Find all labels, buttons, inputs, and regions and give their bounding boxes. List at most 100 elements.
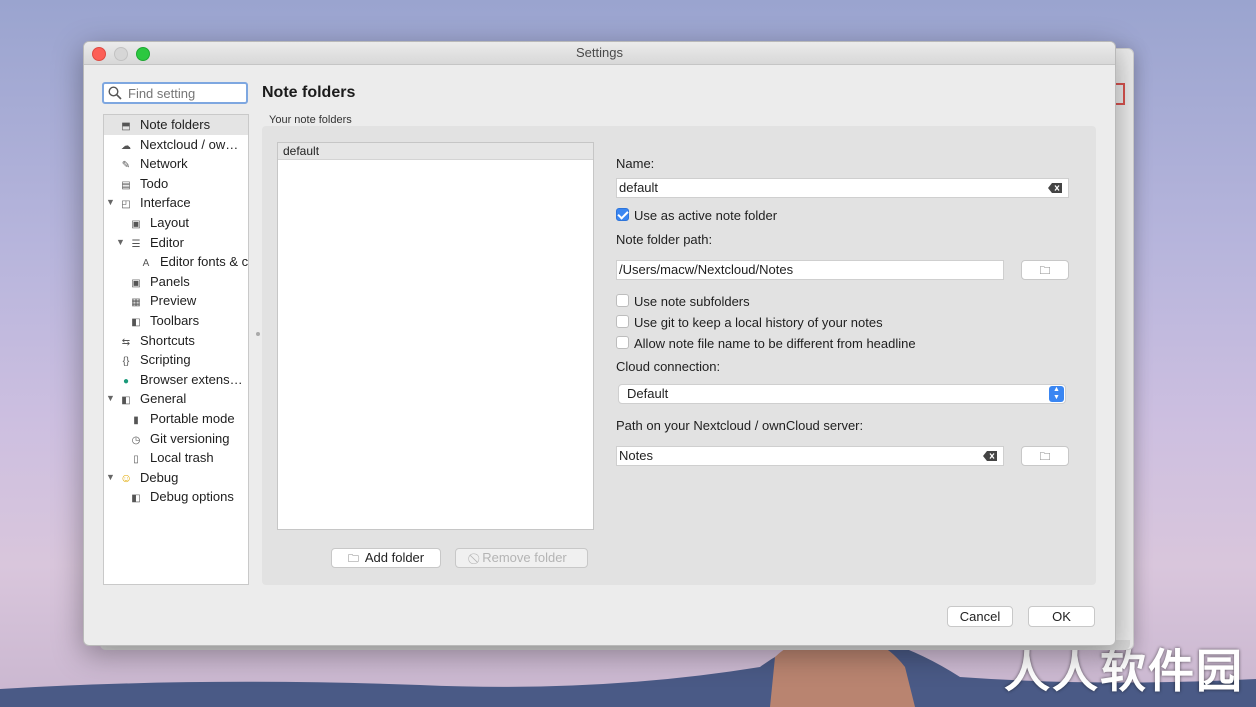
cloud-connection-label: Cloud connection: [616, 359, 721, 374]
sidebar-item[interactable]: ▦ Preview [104, 291, 248, 311]
font-icon: A [142, 258, 150, 270]
sidebar-item[interactable]: ▣ Layout [104, 213, 248, 233]
sidebar-item-label: Toolbars [150, 312, 200, 328]
path-field[interactable]: /Users/macw/Nextcloud/Notes [616, 260, 1004, 280]
clear-name-icon[interactable] [1048, 183, 1062, 193]
editor-icon: ☰ [131, 238, 141, 250]
sidebar-item[interactable]: ☁ Nextcloud / ownCloud [104, 135, 248, 155]
sidebar-item-label: Debug [140, 469, 179, 485]
scripting-icon: {} [122, 356, 130, 368]
expand-arrow-icon[interactable]: ▼ [106, 468, 115, 488]
remove-folder-button[interactable]: ⃠Remove folder [455, 548, 588, 568]
browse-server-path-button[interactable]: 🗀 [1021, 446, 1069, 466]
close-window-button[interactable] [92, 47, 106, 61]
sidebar-item-label: Editor [150, 234, 184, 250]
minimize-window-button[interactable] [114, 47, 128, 61]
filename-headline-label: Allow note file name to be different fro… [634, 336, 916, 351]
cloud-icon: ☁ [121, 140, 131, 152]
sidebar-item[interactable]: ◧ Toolbars [104, 311, 248, 331]
git-history-checkbox[interactable] [616, 315, 629, 328]
expand-arrow-icon[interactable]: ▼ [116, 233, 125, 253]
list-item[interactable]: default [278, 143, 593, 160]
add-folder-label: Add folder [364, 550, 425, 565]
sidebar-item[interactable]: A Editor fonts & colors [104, 252, 248, 272]
server-path-value: Notes [619, 448, 653, 463]
search-input[interactable] [126, 84, 240, 102]
search-box[interactable] [102, 82, 248, 104]
git-history-label: Use git to keep a local history of your … [634, 315, 883, 330]
sidebar-item[interactable]: {} Scripting [104, 350, 248, 370]
sidebar-item[interactable]: ▤ Todo [104, 174, 248, 194]
subfolders-label: Use note subfolders [634, 294, 750, 309]
ok-button[interactable]: OK [1028, 606, 1095, 627]
expand-arrow-icon[interactable]: ▼ [106, 193, 115, 213]
sidebar-item-label: General [140, 391, 187, 407]
sidebar-item-label: Git versioning [150, 430, 230, 446]
splitter-handle[interactable] [256, 332, 260, 336]
remove-folder-label: Remove folder [482, 550, 567, 565]
cloud-connection-select[interactable]: Default ▲ ▼ [618, 384, 1066, 404]
todo-icon: ▤ [121, 179, 131, 191]
browse-path-button[interactable]: 🗀 [1021, 260, 1069, 280]
path-value: /Users/macw/Nextcloud/Notes [619, 262, 794, 277]
sidebar-item[interactable]: ▼ ◧ General [104, 389, 248, 409]
sidebar-item-label: Scripting [140, 352, 191, 368]
toolbars-icon: ◧ [131, 316, 141, 328]
folder-list[interactable]: default [277, 142, 594, 530]
title-bar[interactable]: Settings [84, 42, 1115, 65]
sidebar-item-label: Todo [140, 175, 169, 191]
general-icon: ◧ [121, 395, 131, 407]
cancel-button[interactable]: Cancel [947, 606, 1013, 627]
expand-arrow-icon[interactable]: ▼ [106, 389, 115, 409]
sidebar-item[interactable]: ⬒ Note folders [104, 115, 248, 135]
clear-server-path-icon[interactable] [983, 451, 997, 461]
sidebar-item-label: Portable mode [150, 410, 235, 426]
sidebar-item[interactable]: ● Browser extension [104, 370, 248, 390]
zoom-window-button[interactable] [136, 47, 150, 61]
sidebar-item-label: Debug options [150, 489, 234, 505]
chevron-updown-icon: ▲ ▼ [1049, 386, 1064, 402]
note-folders-group: default 🗀 Add folder ⃠Remove folder Name:… [262, 126, 1096, 585]
name-field[interactable]: default [616, 178, 1069, 198]
layout-icon: ▣ [131, 218, 141, 230]
sidebar-item-label: Interface [140, 195, 191, 211]
sidebar-item[interactable]: ▮ Portable mode [104, 409, 248, 429]
name-value: default [619, 180, 659, 195]
add-folder-button[interactable]: 🗀 Add folder [331, 548, 441, 568]
page-title: Note folders [262, 84, 356, 101]
folder-add-icon: 🗀 [347, 553, 359, 565]
sidebar-item-label: Nextcloud / ownCloud [140, 136, 244, 152]
sidebar-item[interactable]: ▼ ◰ Interface [104, 193, 248, 213]
sidebar-item[interactable]: ▯ Local trash [104, 448, 248, 468]
sidebar-item[interactable]: ▼ ☺ Debug [104, 468, 248, 488]
interface-icon: ◰ [121, 199, 131, 211]
sidebar-item[interactable]: ◷ Git versioning [104, 429, 248, 449]
sidebar-item-label: Layout [150, 214, 190, 230]
sidebar-item[interactable]: ◧ Debug options [104, 487, 248, 507]
filename-headline-checkbox[interactable] [616, 336, 629, 349]
active-folder-checkbox[interactable] [616, 208, 629, 221]
settings-tree[interactable]: ⬒ Note folders ☁ Nextcloud / ownCloud ✎ Netwo… [103, 114, 249, 585]
sidebar-item[interactable]: ▼ ☰ Editor [104, 233, 248, 253]
server-path-label: Path on your Nextcloud / ownCloud server… [616, 418, 864, 433]
sidebar-item-label: Editor fonts & colors [160, 254, 248, 270]
server-path-field[interactable]: Notes [616, 446, 1004, 466]
section-label: Your note folders [269, 114, 352, 126]
subfolders-checkbox[interactable] [616, 294, 629, 307]
folder-icon: 🗀 [1039, 265, 1051, 277]
sidebar-item-label: Note folders [140, 117, 211, 132]
sidebar-item[interactable]: ▣ Panels [104, 272, 248, 292]
smiley-icon: ☺ [120, 470, 133, 485]
sidebar-item-label: Local trash [150, 450, 214, 466]
sidebar-item[interactable]: ✎ Network [104, 154, 248, 174]
path-label: Note folder path: [616, 232, 713, 247]
settings-window: Settings ⬒ Note folders ☁ Nextcloud / ownCl… [83, 41, 1116, 646]
search-icon [108, 86, 122, 100]
folder-icon: 🗀 [1039, 451, 1051, 463]
debug-options-icon: ◧ [131, 493, 141, 505]
sidebar-item-label: Preview [150, 293, 197, 309]
shortcuts-icon: ⇆ [121, 336, 131, 348]
sidebar-item[interactable]: ⇆ Shortcuts [104, 331, 248, 351]
sidebar-item-label: Network [140, 156, 188, 172]
active-folder-label: Use as active note folder [634, 208, 778, 223]
